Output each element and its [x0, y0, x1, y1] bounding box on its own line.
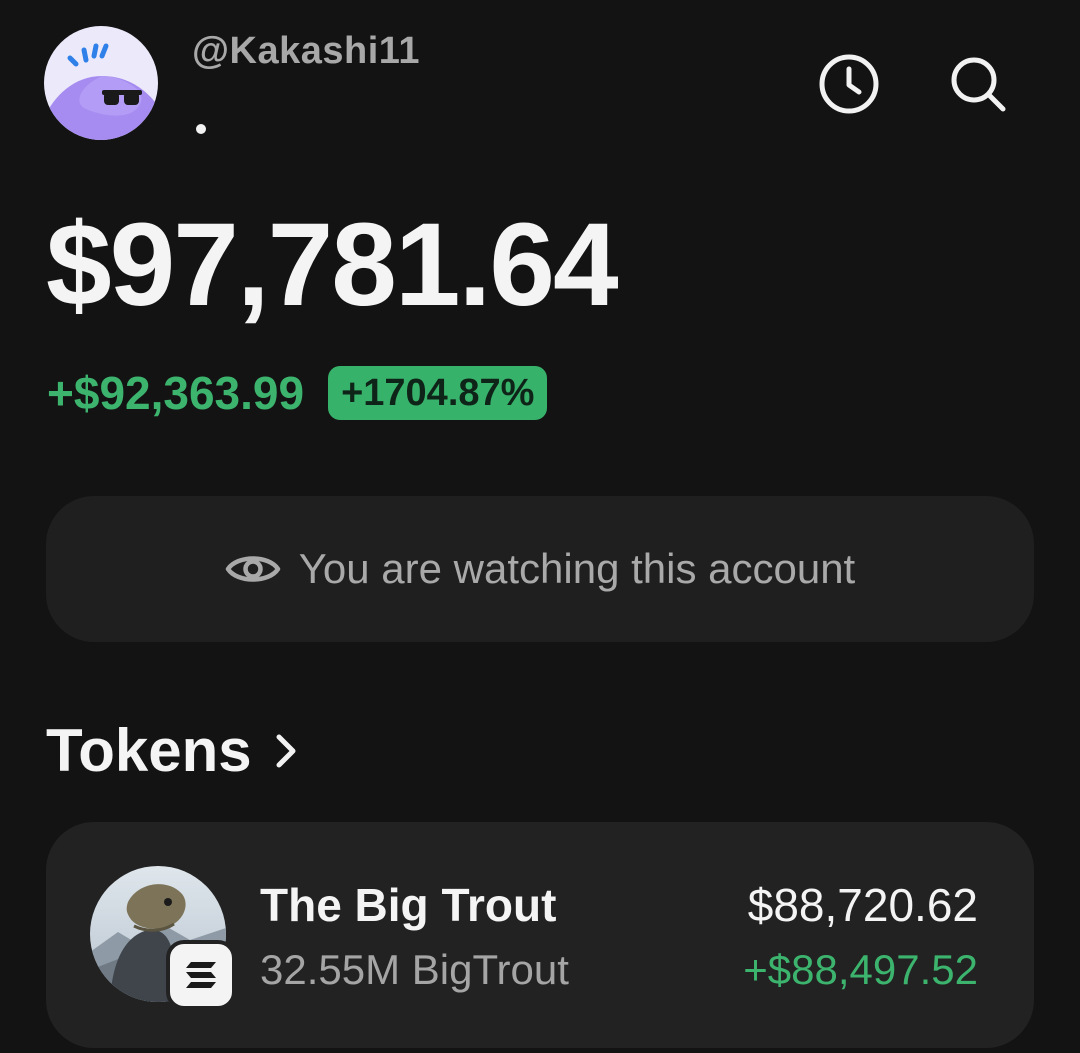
history-button[interactable]	[817, 52, 881, 116]
watching-account-banner: You are watching this account	[46, 496, 1034, 642]
token-change: +$88,497.52	[743, 946, 978, 993]
eye-icon	[225, 549, 281, 589]
token-amount: 32.55M BigTrout	[260, 946, 569, 993]
token-row[interactable]: The Big Trout 32.55M BigTrout $88,720.62…	[46, 822, 1034, 1048]
balance-change-percent-badge: +1704.87%	[328, 366, 548, 420]
solana-icon	[166, 940, 236, 1010]
total-balance: $97,781.64	[46, 199, 619, 331]
avatar[interactable]	[44, 26, 158, 140]
search-icon	[951, 57, 1006, 112]
tokens-heading: Tokens	[46, 717, 252, 784]
balance-change-row: +$92,363.99 +1704.87%	[47, 366, 548, 420]
status-dot	[196, 124, 206, 134]
balance-change-amount: +$92,363.99	[47, 367, 305, 419]
clock-icon	[819, 54, 879, 114]
wallet-screen: @Kakashi11 $97,781.64 +$92,363.99 +1704.…	[0, 0, 1080, 1053]
chevron-right-icon	[274, 731, 298, 771]
tokens-section-link[interactable]: Tokens	[46, 716, 298, 785]
token-value: $88,720.62	[747, 879, 978, 931]
username: @Kakashi11	[192, 30, 420, 72]
search-button[interactable]	[946, 52, 1010, 116]
sunglasses-character-icon	[44, 26, 158, 140]
token-name: The Big Trout	[260, 879, 557, 931]
watching-account-text: You are watching this account	[298, 545, 856, 592]
